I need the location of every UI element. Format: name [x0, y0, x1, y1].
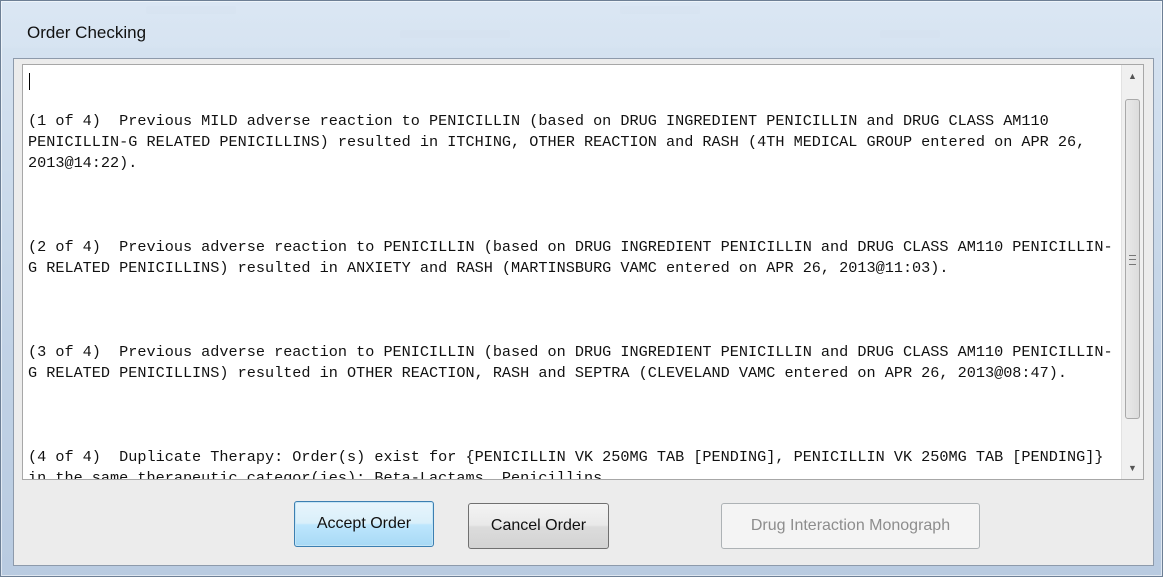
dialog-title: Order Checking	[27, 23, 147, 42]
order-checking-dialog: Order Checking (1 of 4) Previous MILD ad…	[0, 0, 1163, 577]
grip-icon	[1129, 255, 1136, 265]
triangle-down-icon[interactable]: ▼	[1122, 457, 1143, 479]
order-check-message-1: (1 of 4) Previous MILD adverse reaction …	[28, 112, 1095, 172]
order-check-memo[interactable]: (1 of 4) Previous MILD adverse reaction …	[22, 64, 1144, 480]
vertical-scrollbar[interactable]: ▲ ▼	[1121, 65, 1143, 479]
drug-interaction-monograph-button: Drug Interaction Monograph	[721, 503, 980, 549]
order-check-message-4: (4 of 4) Duplicate Therapy: Order(s) exi…	[28, 448, 1113, 480]
order-check-message-3: (3 of 4) Previous adverse reaction to PE…	[28, 343, 1113, 382]
memo-text: (1 of 4) Previous MILD adverse reaction …	[28, 69, 1113, 480]
accept-order-button[interactable]: Accept Order	[294, 501, 434, 547]
triangle-up-icon[interactable]: ▲	[1122, 65, 1143, 87]
dialog-client-area: (1 of 4) Previous MILD adverse reaction …	[13, 58, 1154, 566]
order-check-message-2: (2 of 4) Previous adverse reaction to PE…	[28, 238, 1113, 277]
scrollbar-thumb[interactable]	[1125, 99, 1140, 419]
cancel-order-button[interactable]: Cancel Order	[468, 503, 609, 549]
